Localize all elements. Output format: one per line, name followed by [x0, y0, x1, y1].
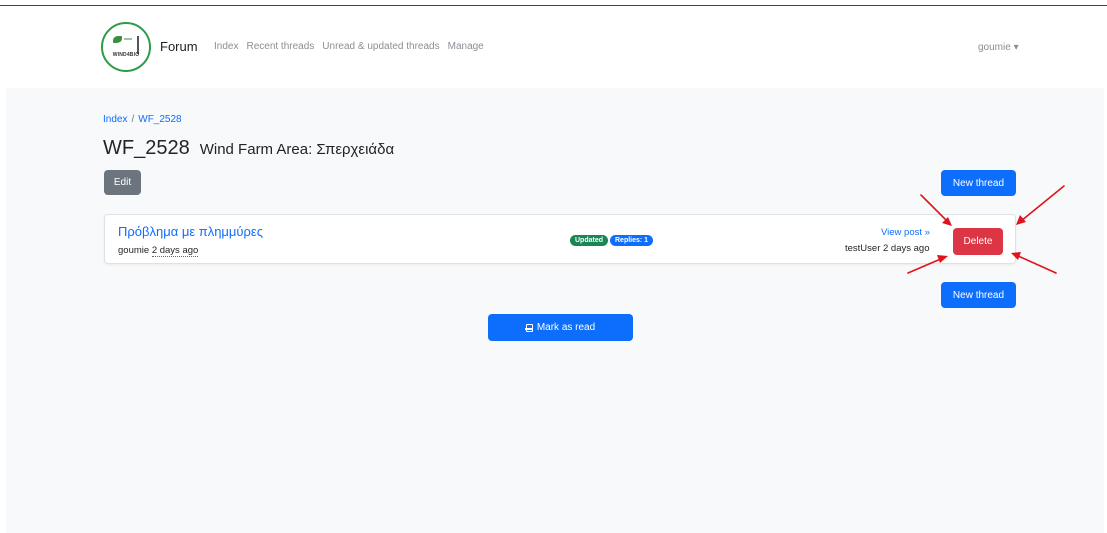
breadcrumb-separator: /	[131, 114, 135, 125]
view-post-link[interactable]: View post »	[881, 227, 930, 238]
thread-author: goumie	[118, 245, 150, 256]
page-title: WF_2528 Wind Farm Area: Σπερχειάδα	[103, 137, 394, 160]
thread-created-time: 2 days ago	[151, 245, 199, 257]
edit-button[interactable]: Edit	[104, 170, 141, 195]
nav-link-index[interactable]: Index	[214, 41, 238, 52]
user-menu-dropdown[interactable]: goumie ▾	[978, 42, 1019, 53]
navbar: WIND4BIO Forum Index Recent threads Unre…	[6, 6, 1104, 88]
nav-links: Index Recent threads Unread & updated th…	[214, 41, 484, 52]
new-thread-button-top[interactable]: New thread	[941, 170, 1016, 196]
thread-title-link[interactable]: Πρόβλημα με πλημμύρες	[118, 224, 263, 239]
page-subtitle: Wind Farm Area: Σπερχειάδα	[199, 141, 395, 158]
mark-as-read-label: Mark as read	[536, 322, 596, 333]
last-post-info: testUser 2 days ago	[845, 243, 930, 254]
navbar-brand[interactable]: Forum	[160, 39, 198, 54]
book-icon	[525, 323, 534, 332]
replies-count-badge: Replies: 1	[610, 235, 654, 246]
nav-link-manage[interactable]: Manage	[448, 41, 484, 52]
logo[interactable]: WIND4BIO	[101, 22, 151, 72]
breadcrumb-home[interactable]: Index	[103, 114, 127, 125]
thread-badges: Updated Replies: 1	[570, 235, 654, 246]
main-content: Index / WF_2528 WF_2528 Wind Farm Area: Σπ…	[6, 88, 1104, 533]
browser-viewport: WIND4BIO Forum Index Recent threads Unre…	[6, 6, 1104, 533]
mini-leaf-icon	[124, 38, 132, 40]
thread-card: Πρόβλημα με πλημμύρες goumie 2 days ago …	[104, 214, 1016, 264]
status-badge-updated: Updated	[570, 235, 608, 246]
thread-meta: goumie 2 days ago	[118, 245, 199, 257]
new-thread-button-bottom[interactable]: New thread	[941, 282, 1016, 308]
mark-as-read-button[interactable]: Mark as read	[488, 314, 633, 341]
page-title-main: WF_2528	[103, 137, 190, 159]
logo-text: WIND4BIO	[112, 52, 140, 58]
breadcrumb: Index / WF_2528	[103, 114, 182, 125]
nav-link-recent-threads[interactable]: Recent threads	[246, 41, 314, 52]
breadcrumb-current[interactable]: WF_2528	[138, 114, 181, 125]
leaf-icon	[113, 36, 122, 43]
delete-button[interactable]: Delete	[953, 228, 1003, 255]
nav-link-unread-threads[interactable]: Unread & updated threads	[322, 41, 439, 52]
